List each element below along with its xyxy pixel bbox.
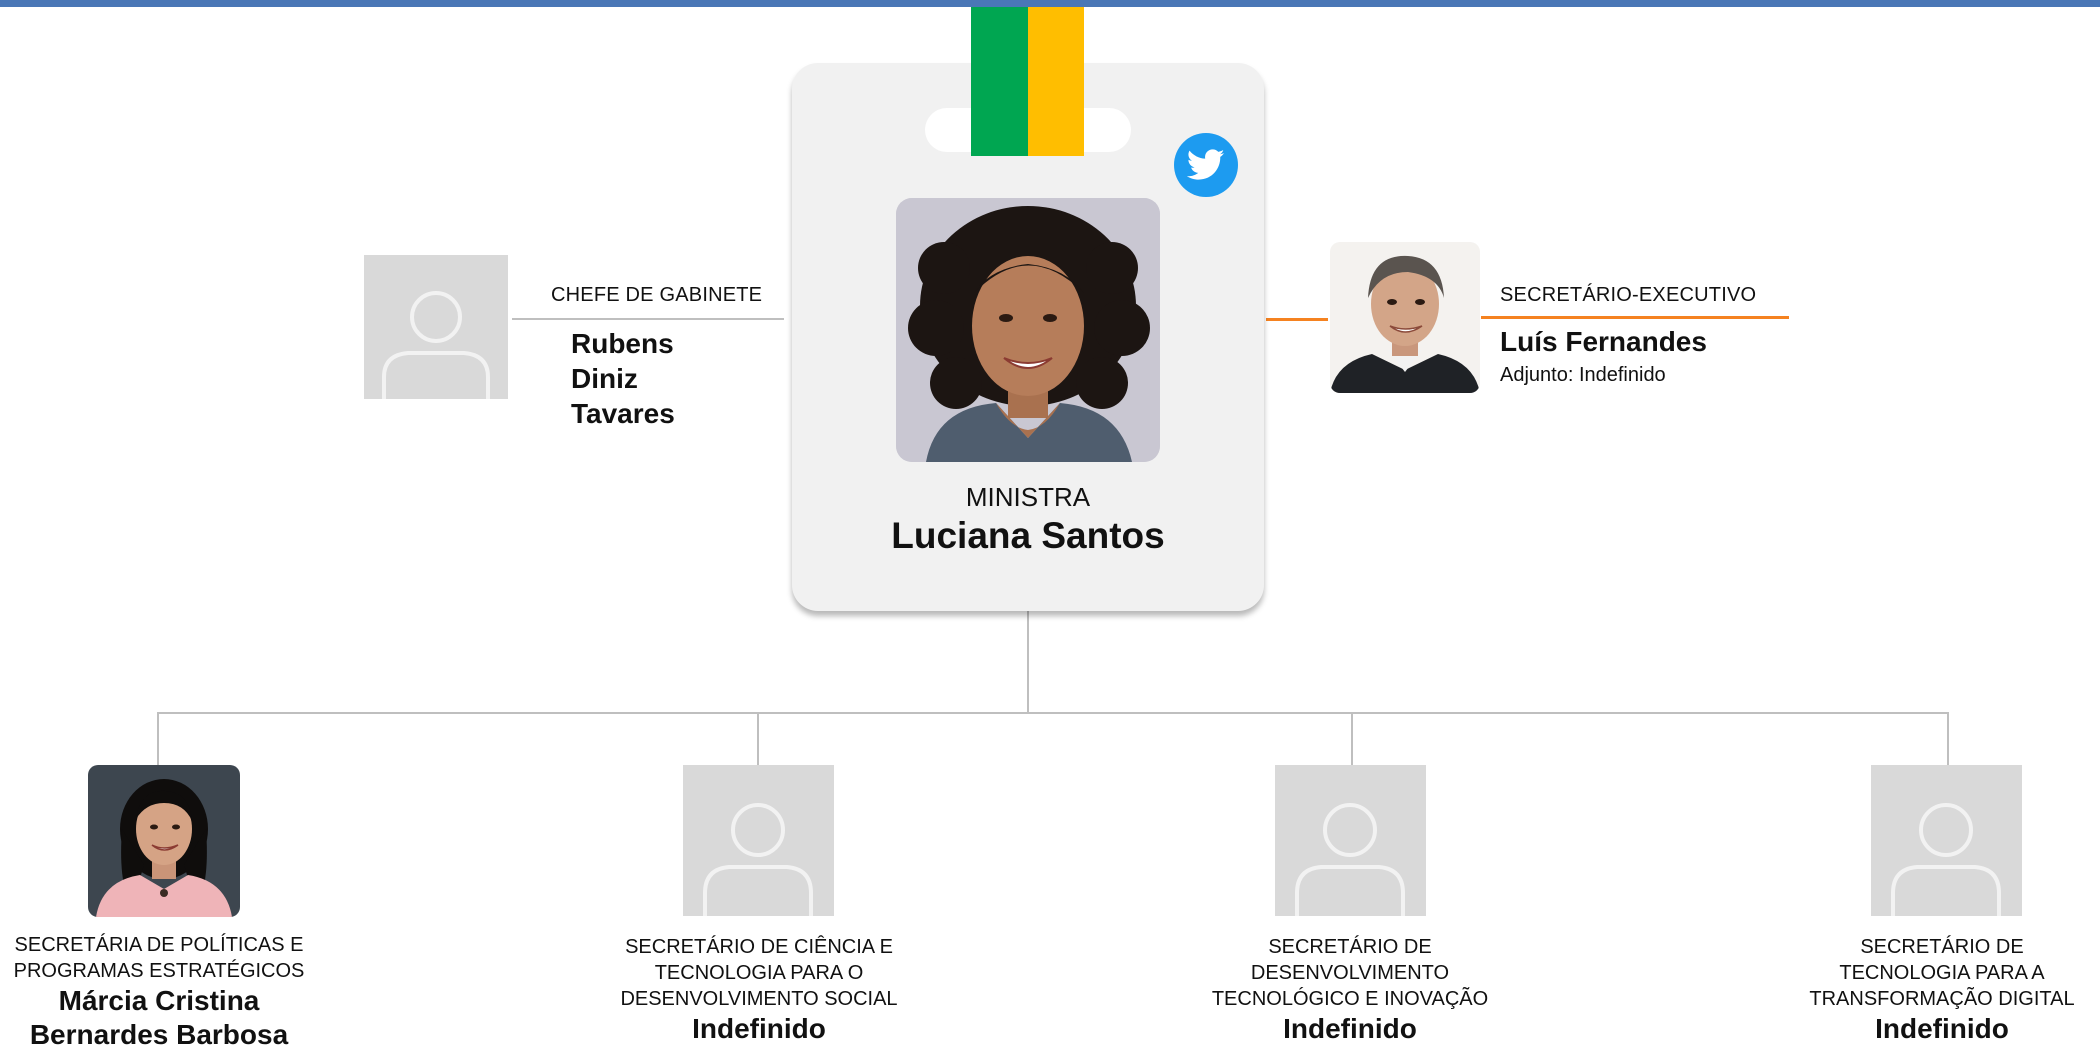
secretary-3-role-line: DESENVOLVIMENTO [1250,962,1450,984]
executive-secretary-role: SECRETÁRIO-EXECUTIVO [1500,284,1757,306]
connector-drop-1 [157,712,159,766]
minister-role: MINISTRA [965,482,1091,512]
executive-secretary-name: Luís Fernandes [1500,326,1707,357]
chief-of-staff-name-line: Tavares [571,398,675,429]
secretary-1-photo [88,765,240,917]
secretary-4-name: Indefinido [1875,1013,2009,1044]
person-icon [382,291,490,399]
secretary-2-role-line: DESENVOLVIMENTO SOCIAL [620,988,898,1010]
secretary-4-role-line: SECRETÁRIO DE [1860,936,2024,958]
lanyard-green-stripe [971,7,1028,156]
chief-of-staff-name: Rubens Diniz Tavares [571,326,675,431]
connector-horizontal-line [157,712,1949,714]
secretary-1-role-line: PROGRAMAS ESTRATÉGICOS [13,960,305,982]
connector-chief-line [512,318,784,320]
minister-photo [896,198,1160,462]
secretary-2-name: Indefinido [692,1013,826,1044]
connector-executive-line-right [1481,316,1789,319]
secretary-2-role-line: SECRETÁRIO DE CIÊNCIA E [625,936,893,958]
secretary-1-name-line: Bernardes Barbosa [29,1019,289,1050]
executive-secretary-photo [1330,242,1480,393]
secretary-2: SECRETÁRIO DE CIÊNCIA E TECNOLOGIA PARA … [598,934,920,1046]
secretary-4-role-line: TECNOLOGIA PARA A [1839,962,2045,984]
secretary-4-role-line: TRANSFORMAÇÃO DIGITAL [1809,988,2075,1010]
person-icon [1891,803,2001,916]
connector-drop-3 [1351,712,1353,766]
chief-of-staff-role: CHEFE DE GABINETE [551,284,763,306]
chief-of-staff-name-line: Rubens [571,328,674,359]
secretary-4-avatar [1871,765,2022,916]
secretary-1-name-line: Márcia Cristina [58,985,260,1016]
person-icon [703,803,813,916]
chief-of-staff-name-line: Diniz [571,363,638,394]
connector-executive-line-left [1266,318,1328,321]
twitter-icon[interactable] [1174,133,1238,197]
secretary-1: SECRETÁRIA DE POLÍTICAS E PROGRAMAS ESTR… [0,932,318,1052]
secretary-3-role-line: SECRETÁRIO DE [1268,936,1432,958]
top-accent-bar [0,0,2100,7]
secretary-1-role-line: SECRETÁRIA DE POLÍTICAS E [14,934,304,956]
executive-secretary-deputy: Adjunto: Indefinido [1500,364,1666,386]
connector-drop-4 [1947,712,1949,766]
connector-trunk-line [1027,611,1029,714]
connector-drop-2 [757,712,759,766]
secretary-3-name: Indefinido [1283,1013,1417,1044]
chief-of-staff-avatar [364,255,508,399]
person-icon [1295,803,1405,916]
secretary-2-avatar [683,765,834,916]
secretary-3-role-line: TECNOLÓGICO E INOVAÇÃO [1211,988,1489,1010]
lanyard-yellow-stripe [1028,7,1084,156]
secretary-3-avatar [1275,765,1426,916]
secretary-4: SECRETÁRIO DE TECNOLOGIA PARA A TRANSFOR… [1784,934,2100,1046]
minister-name: Luciana Santos [891,515,1165,556]
secretary-2-role-line: TECNOLOGIA PARA O [654,962,864,984]
secretary-3: SECRETÁRIO DE DESENVOLVIMENTO TECNOLÓGIC… [1190,934,1510,1046]
